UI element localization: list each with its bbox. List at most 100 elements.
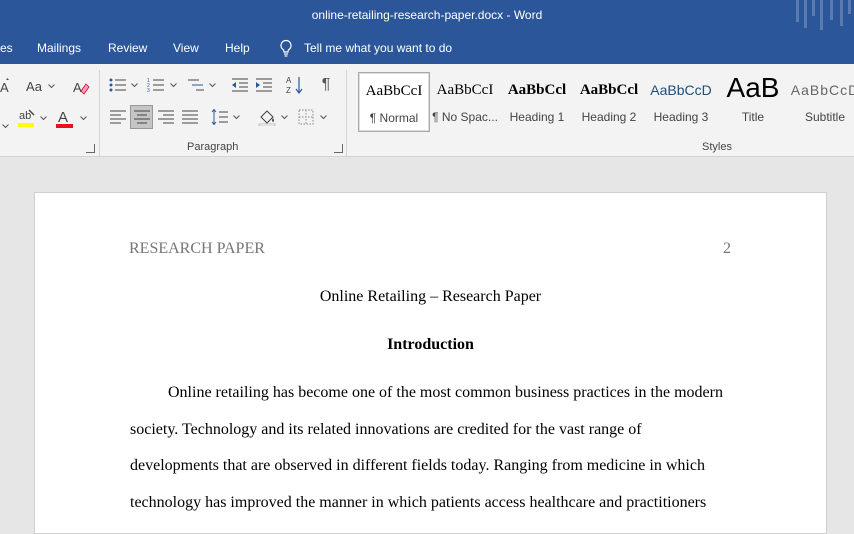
style-sample: AaBbCcI [365,83,423,99]
document-page[interactable]: RESEARCH PAPER 2 Online Retailing – Rese… [34,192,827,534]
tab-mailings[interactable]: Mailings [37,41,81,55]
chevron-down-icon[interactable] [170,83,177,88]
titlebar-decoration [784,0,854,32]
style-sample: AaBbCcl [507,82,567,98]
font-dialog-launcher[interactable] [86,144,95,153]
shading-button[interactable] [256,106,278,128]
paragraph-dialog-launcher[interactable] [334,144,343,153]
svg-text:3: 3 [147,88,150,93]
svg-text:A: A [286,76,292,85]
tab-review[interactable]: Review [108,41,147,55]
align-center-button[interactable] [130,105,153,129]
group-separator [99,70,100,156]
style-name: Title [741,110,765,124]
chevron-down-icon[interactable] [40,116,47,121]
align-left-icon [110,110,126,124]
bullets-icon [109,78,126,92]
style-heading-3[interactable]: AaBbCcD Heading 3 [646,72,716,130]
svg-text:A: A [0,80,9,94]
decrease-indent-button[interactable] [230,74,250,96]
paint-bucket-icon [258,110,276,126]
justify-button[interactable] [180,106,200,128]
style-subtitle[interactable]: AaBbCcD Subtitle [790,72,854,130]
style-normal[interactable]: AaBbCcI ¶ Normal [358,72,430,132]
chevron-down-icon[interactable] [233,115,240,120]
clear-formatting-button[interactable]: A [70,76,92,98]
style-heading-1[interactable]: AaBbCcl Heading 1 [502,72,572,130]
numbering-icon: 1 2 3 [147,78,164,93]
document-title: Online Retailing – Research Paper [319,288,542,305]
multilevel-list-icon [188,79,204,91]
style-name: Heading 3 [653,110,709,124]
style-sample: AaBbCcl [579,82,639,98]
font-color-icon: A [56,109,73,128]
chevron-down-icon[interactable] [281,115,288,120]
font-color-button[interactable]: A [54,106,76,130]
shrink-font-button[interactable]: A [0,76,12,96]
align-right-button[interactable] [156,106,176,128]
increase-indent-button[interactable] [254,74,274,96]
style-name: ¶ No Spac... [432,110,498,124]
tell-me-text: Tell me what you want to do [304,41,453,55]
increase-indent-icon [256,78,272,92]
chevron-down-icon[interactable] [209,83,216,88]
svg-text:A: A [58,109,68,126]
chevron-down-icon[interactable] [2,116,9,129]
change-case-button[interactable]: Aa [24,76,44,96]
styles-gallery: AaBbCcI ¶ Normal AaBbCcI ¶ No Spac... Aa… [356,70,854,134]
running-header: RESEARCH PAPER [129,240,265,257]
svg-text:Z: Z [286,86,291,95]
bullets-button[interactable] [108,74,128,96]
chevron-down-icon[interactable] [48,84,55,89]
borders-button[interactable] [296,106,316,128]
align-center-icon [133,110,150,124]
chevron-down-icon[interactable] [80,116,87,121]
chevron-down-icon[interactable] [131,83,138,88]
title-bar: online-retailing-research-paper.docx - W… [0,0,854,32]
style-heading-2[interactable]: AaBbCcl Heading 2 [574,72,644,130]
body-line: Online retailing has become one of the m… [168,384,723,401]
style-title[interactable]: AaB Title [718,72,788,130]
tab-view[interactable]: View [173,41,199,55]
show-formatting-marks-button[interactable]: ¶ [316,74,336,96]
align-left-button[interactable] [108,106,128,128]
svg-text:ab: ab [19,110,31,122]
style-sample: AaBbCcD [790,82,854,98]
lightbulb-icon [280,39,292,57]
style-name: Heading 2 [581,110,637,124]
text-highlight-button[interactable]: ab [16,106,38,130]
body-line: developments that are observed in differ… [130,457,705,474]
style-sample: AaBbCcI [436,82,494,98]
body-line: society. Technology and its related inno… [130,421,642,438]
tell-me-search[interactable]: Tell me what you want to do [278,39,452,57]
numbering-button[interactable]: 1 2 3 [146,74,166,96]
style-no-spacing[interactable]: AaBbCcI ¶ No Spac... [430,72,500,130]
section-heading: Introduction [387,336,474,353]
style-sample: AaB [726,72,780,103]
sort-icon: A Z [286,76,303,95]
chevron-down-icon[interactable] [320,115,327,120]
svg-text:A: A [73,80,82,95]
ribbon-tabs: es Mailings Review View Help Tell me wha… [0,32,854,64]
style-name: Subtitle [804,110,846,124]
multilevel-list-button[interactable] [186,74,206,96]
tab-references[interactable]: es [0,41,13,55]
body-line: technology has improved the manner in wh… [130,494,707,511]
highlighter-icon: ab [18,109,35,127]
align-right-icon [158,110,174,124]
styles-group-label: Styles [702,141,732,153]
line-spacing-button[interactable] [210,106,230,128]
tab-help[interactable]: Help [225,41,250,55]
sort-button[interactable]: A Z [284,73,306,97]
style-name: Heading 1 [509,110,565,124]
pilcrow-icon: ¶ [321,76,331,93]
style-name: ¶ Normal [369,111,419,125]
justify-icon [182,110,198,124]
borders-icon [298,109,314,125]
line-spacing-icon [211,109,228,125]
ribbon: A Aa A ab A 1 2 3 A Z ¶ Paragraph AaBbCc… [0,64,854,157]
clear-formatting-icon: A [73,80,90,95]
window-title: online-retailing-research-paper.docx - W… [311,8,543,22]
change-case-label: Aa [26,78,42,94]
shrink-font-icon: A [0,78,9,94]
